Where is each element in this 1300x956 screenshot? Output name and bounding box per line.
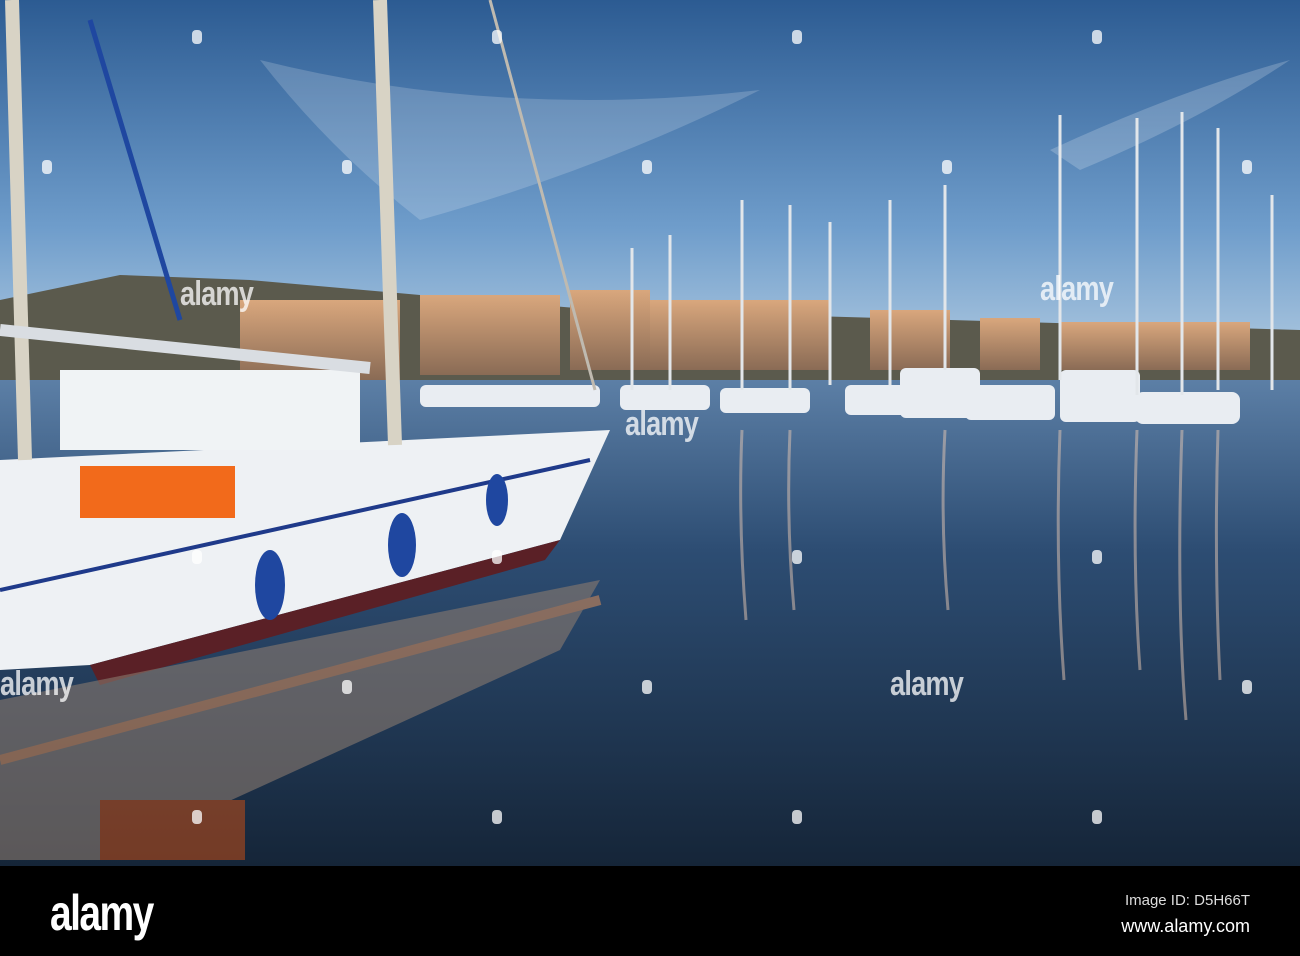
- watermark-dot: [492, 30, 502, 44]
- orange-cover: [80, 466, 235, 518]
- watermark-dot: [492, 550, 502, 564]
- watermark: alamy: [625, 405, 699, 443]
- watermark-dot: [492, 810, 502, 824]
- watermark-dot: [192, 30, 202, 44]
- footer-bar: alamy Image ID: D5H66T www.alamy.com: [0, 866, 1300, 956]
- watermark-dot: [1242, 680, 1252, 694]
- watermark-dot: [1242, 160, 1252, 174]
- watermark-dot: [1092, 810, 1102, 824]
- watermark: alamy: [1040, 270, 1114, 308]
- watermark-dot: [642, 160, 652, 174]
- watermark-dot: [792, 810, 802, 824]
- image-id: Image ID: D5H66T: [1124, 892, 1250, 909]
- watermark-dot: [942, 160, 952, 174]
- watermark: alamy: [180, 275, 254, 313]
- watermark-dot: [1092, 550, 1102, 564]
- watermark-dot: [192, 550, 202, 564]
- watermark-dot: [42, 160, 52, 174]
- fender: [255, 550, 285, 620]
- marina-photo: alamy alamy alamy alamy alamy: [0, 0, 1300, 866]
- watermark-dot: [342, 160, 352, 174]
- watermark: alamy: [890, 665, 964, 703]
- site-url: www.alamy.com: [1121, 916, 1250, 936]
- watermark-dot: [792, 30, 802, 44]
- watermark-dot: [192, 810, 202, 824]
- fender: [486, 474, 508, 526]
- alamy-logo: alamy: [50, 885, 154, 941]
- watermark-dot: [792, 550, 802, 564]
- watermark-dot: [342, 680, 352, 694]
- watermark: alamy: [0, 665, 74, 703]
- fender: [388, 513, 416, 577]
- watermark-dot: [642, 680, 652, 694]
- watermark-dot: [1092, 30, 1102, 44]
